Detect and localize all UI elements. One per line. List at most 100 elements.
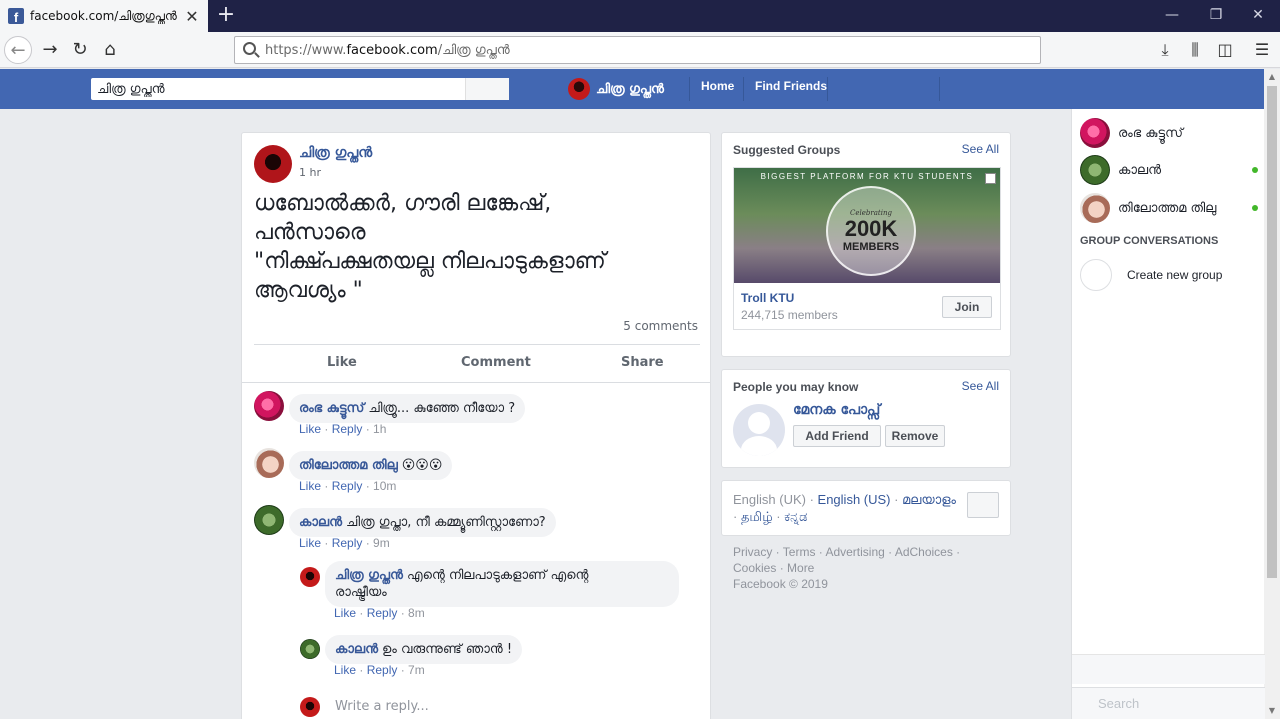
sidebar-icon[interactable]: ◫ [1211,36,1239,64]
reply-meta: Like · Reply · 8m [334,606,425,620]
fb-search-button[interactable] [465,78,509,100]
separator: · [805,492,818,507]
home-link[interactable]: Home [701,79,734,93]
browser-tab-bar: f facebook.com/ചിത്രഗുപ്തൻ ✕ + — ❐ ✕ [0,0,1280,32]
pymk-name-link[interactable]: മേനക പോപ്സ് [793,402,880,418]
comment-avatar[interactable] [254,505,284,535]
group-name-link[interactable]: Troll KTU [741,291,794,305]
comment-author[interactable]: തിലോത്തമ തിലു [299,458,398,473]
see-all-people-link[interactable]: See All [962,379,999,393]
url-prefix: https://www. [265,42,347,58]
add-friend-button[interactable]: Add Friend [793,425,881,447]
suggested-groups-card: Suggested Groups See All BIGGEST PLATFOR… [721,132,1011,357]
reply-text: ഉം വരുന്നുണ്ട് ഞാൻ ! [382,642,513,657]
minimize-icon[interactable]: — [1150,0,1194,32]
reply-time[interactable]: 7m [408,663,425,677]
language-list: English (UK) · English (US) · മലയാളം · த… [733,491,963,525]
close-window-icon[interactable]: ✕ [1236,0,1280,32]
comment-author[interactable]: രംഭ കുട്ടൂസ് [299,401,364,416]
language-link[interactable]: ಕನ್ನಡ [784,509,807,524]
comment-like-link[interactable]: Like [299,536,321,550]
reply-like-link[interactable]: Like [334,606,356,620]
suggested-groups-title: Suggested Groups [733,143,841,157]
reply-author[interactable]: കാലൻ [335,642,378,657]
url-domain: facebook.com [346,42,438,58]
comment-avatar[interactable] [254,448,284,478]
comment-time[interactable]: 9m [373,536,390,550]
chat-contact[interactable]: രംഭ കുട്ടൂസ് [1080,117,1258,149]
like-button[interactable]: Like [327,355,357,370]
address-bar[interactable]: https://www. facebook.com/ചിത്ര ഗുപ്തൻ [234,36,1041,64]
comment-time[interactable]: 1h [373,422,386,436]
reply-like-link[interactable]: Like [334,663,356,677]
language-link[interactable]: English (US) [818,492,891,507]
page-footer: Privacy · Terms · Advertising · AdChoice… [733,544,1003,592]
post-text-line: പൻസാരെ [254,220,366,245]
restore-icon[interactable]: ❐ [1194,0,1238,32]
reply-author[interactable]: ചിത്ര ഗുപ്തൻ [335,568,403,583]
pymk-avatar[interactable] [733,404,785,456]
language-card: English (UK) · English (US) · മലയാളം · த… [721,480,1011,536]
see-all-groups-link[interactable]: See All [962,142,999,156]
scroll-up-icon[interactable]: ▲ [1264,69,1280,85]
scrollbar-thumb[interactable] [1267,86,1277,578]
share-button[interactable]: Share [621,355,664,370]
post-author-name[interactable]: ചിത്ര ഗുപ്തൻ [299,145,372,161]
online-status-icon [1252,167,1258,173]
chat-contact[interactable]: കാലൻ [1080,154,1258,186]
close-tab-icon[interactable]: ✕ [184,7,200,26]
comment-time[interactable]: 10m [373,479,396,493]
search-icon [243,42,256,55]
footer-links[interactable]: Cookies · More [733,560,1003,576]
comment-reply-link[interactable]: Reply [332,422,363,436]
forward-arrow-icon[interactable]: → [36,36,64,64]
library-icon[interactable]: ⫼ [1181,36,1209,64]
comments-count-link[interactable]: 5 comments [623,319,698,333]
create-new-group-button[interactable]: Create new group [1080,259,1222,291]
reply-avatar[interactable] [300,567,320,587]
find-friends-link[interactable]: Find Friends [755,79,827,93]
header-profile-link[interactable]: ചിത്ര ഗുപ്തൻ [568,78,664,100]
join-group-button[interactable]: Join [942,296,992,318]
comment-like-link[interactable]: Like [299,422,321,436]
group-cover-image[interactable]: BIGGEST PLATFORM FOR KTU STUDENTS Celebr… [734,168,1000,283]
back-arrow-icon[interactable]: ← [4,36,32,64]
comment-meta: Like · Reply · 9m [299,536,390,550]
comment-author[interactable]: കാലൻ [299,515,342,530]
new-tab-button[interactable]: + [214,2,238,30]
facebook-favicon-icon: f [8,8,24,24]
chat-search-input[interactable] [1098,688,1268,718]
comment-bubble: രംഭ കുട്ടൂസ് ചിത്രൂ... കുഞ്ഞേ നീയോ ? [289,394,526,423]
language-link[interactable]: മലയാളം [902,492,956,507]
comment-like-link[interactable]: Like [299,479,321,493]
home-icon[interactable]: ⌂ [96,36,124,64]
post-timestamp[interactable]: 1 hr [299,166,321,179]
reply-reply-link[interactable]: Reply [367,663,398,677]
remove-suggestion-button[interactable]: Remove [885,425,945,447]
avatar [1080,118,1110,148]
chat-contact[interactable]: തിലോത്തമ തിലു [1080,192,1258,224]
comment-reply-link[interactable]: Reply [332,536,363,550]
reply-avatar[interactable] [300,639,320,659]
comment-reply-link[interactable]: Reply [332,479,363,493]
footer-links[interactable]: Privacy · Terms · Advertising · AdChoice… [733,544,1003,560]
group-image-tagline: BIGGEST PLATFORM FOR KTU STUDENTS [760,172,974,181]
comment-avatar[interactable] [254,391,284,421]
comment-button[interactable]: Comment [461,355,531,370]
language-link[interactable]: தமிழ் [741,509,773,524]
reply-reply-link[interactable]: Reply [367,606,398,620]
separator: · [890,492,903,507]
reload-icon[interactable]: ↻ [66,36,94,64]
header-profile-name: ചിത്ര ഗുപ്തൻ [596,81,664,97]
write-reply-input[interactable]: Write a reply... [335,699,429,714]
download-icon[interactable]: ⤓ [1151,36,1179,64]
fb-search-input[interactable] [91,78,465,100]
browser-tab[interactable]: f facebook.com/ചിത്രഗുപ്തൻ ✕ [0,0,208,32]
post-author-avatar[interactable] [254,145,292,183]
reply-time[interactable]: 8m [408,606,425,620]
group-image-badge: Celebrating 200K MEMBERS [826,186,916,276]
group-checkbox[interactable] [985,173,996,184]
menu-icon[interactable]: ☰ [1248,36,1276,64]
pymk-title: People you may know [733,380,859,394]
more-languages-button[interactable] [967,492,999,518]
